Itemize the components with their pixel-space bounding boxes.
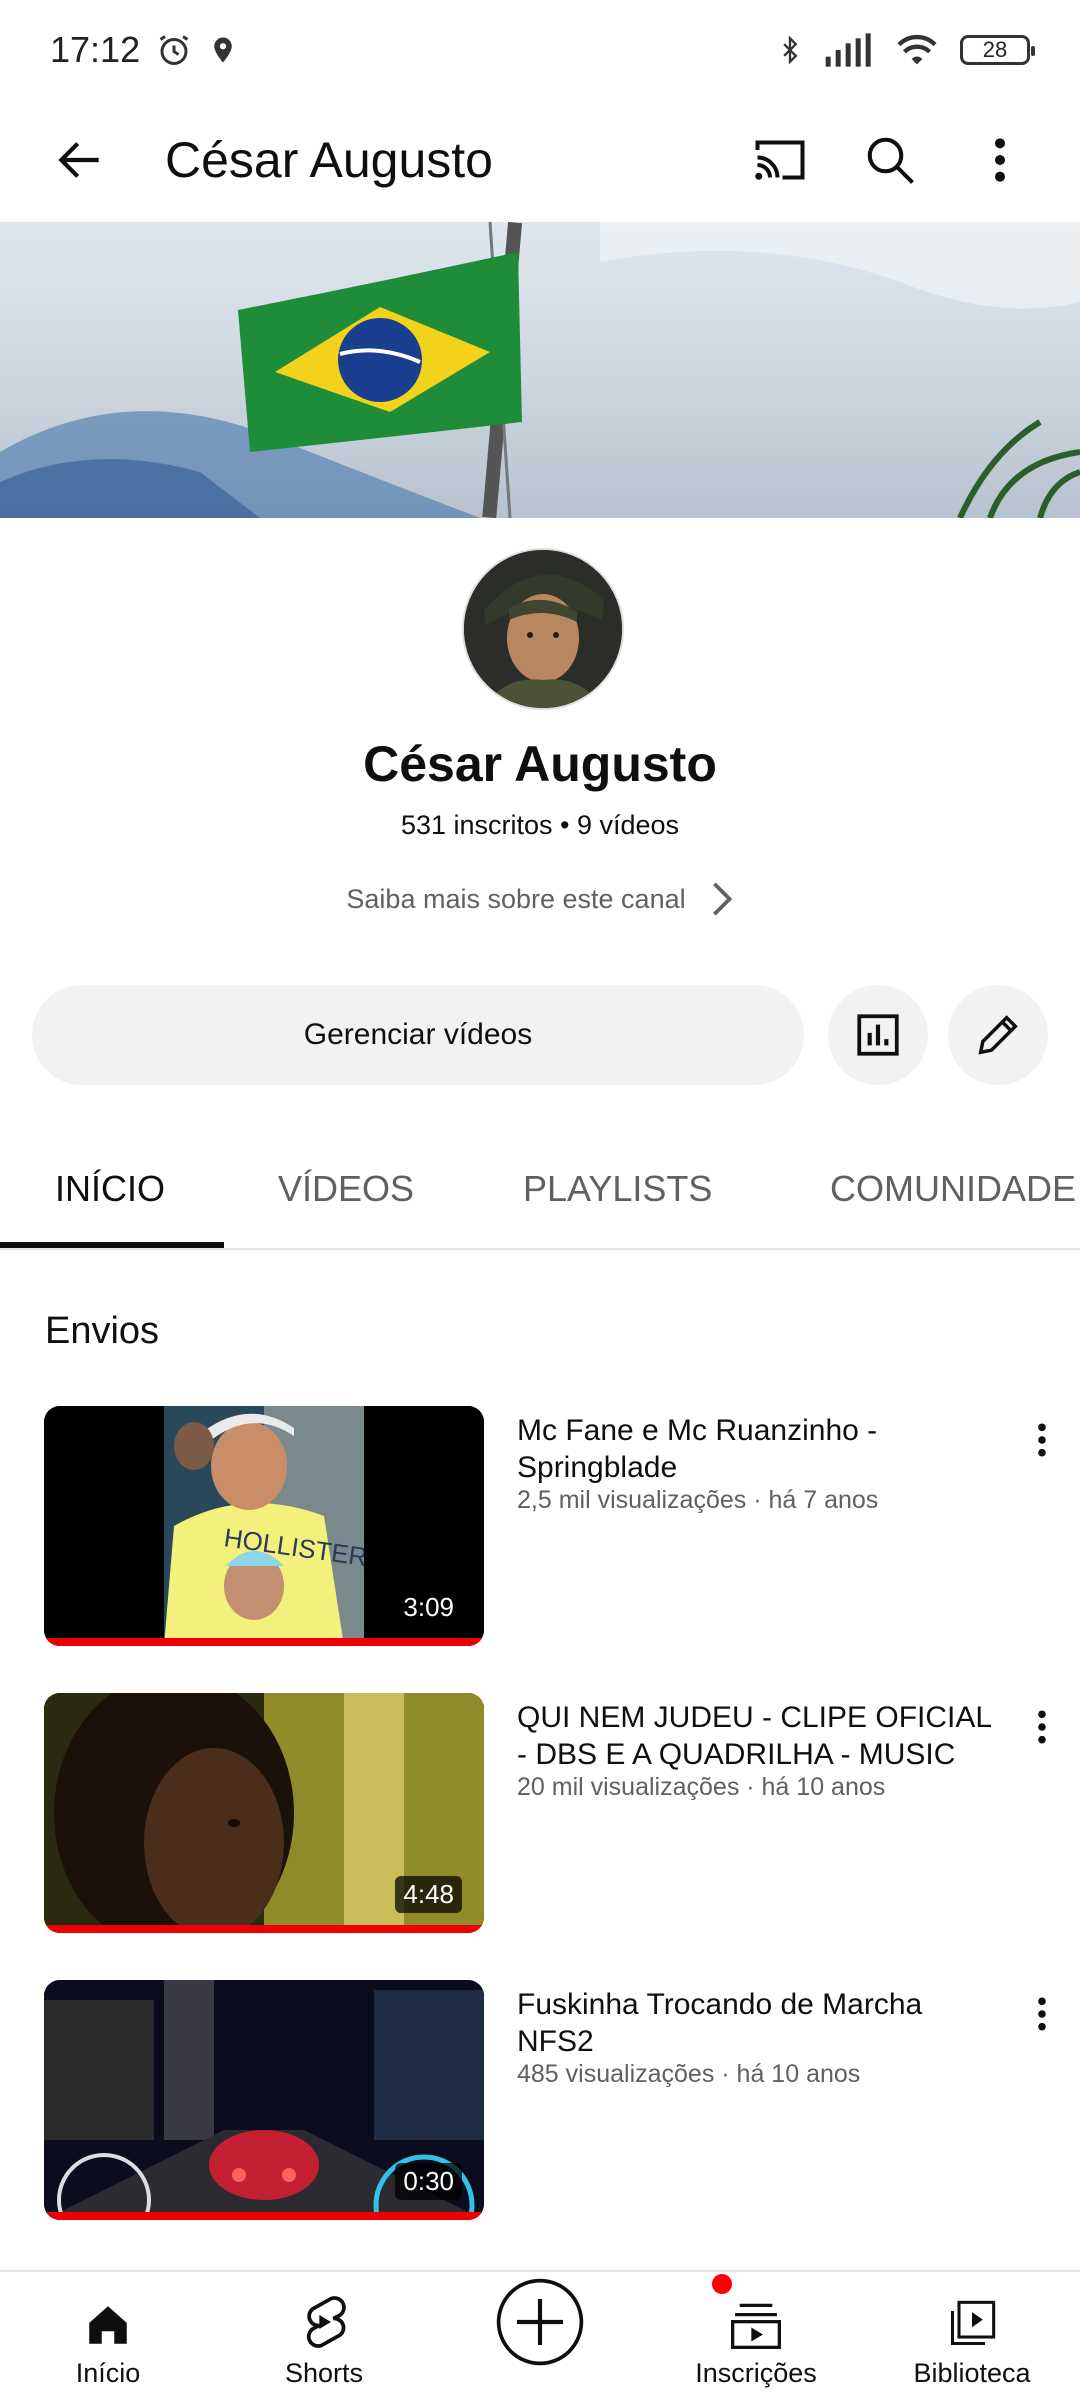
status-bar: 17:12 28 bbox=[0, 0, 1080, 100]
alarm-icon bbox=[159, 35, 189, 65]
search-button[interactable] bbox=[840, 110, 940, 210]
manage-videos-button[interactable]: Gerenciar vídeos bbox=[32, 985, 804, 1085]
signal-icon bbox=[825, 33, 871, 67]
analytics-icon bbox=[857, 1014, 899, 1056]
video-duration: 4:48 bbox=[395, 1876, 462, 1913]
location-icon bbox=[214, 37, 232, 63]
video-duration: 3:09 bbox=[395, 1589, 462, 1626]
chevron-right-icon bbox=[712, 882, 732, 916]
tab-videos[interactable]: VÍDEOS bbox=[278, 1130, 414, 1248]
create-icon bbox=[496, 2278, 584, 2366]
more-vertical-icon bbox=[1038, 1997, 1046, 2031]
about-channel-link[interactable]: Saiba mais sobre este canal bbox=[0, 880, 1080, 918]
library-icon bbox=[950, 2300, 996, 2346]
nav-label: Inscrições bbox=[695, 2358, 817, 2388]
channel-stats: 531 inscritos • 9 vídeos bbox=[400, 810, 680, 840]
video-title[interactable]: Fuskinha Trocando de Marcha NFS2 bbox=[517, 1986, 1007, 2060]
video-item[interactable]: HOLLISTER 3:09 Mc Fane e Mc Ruanzinho - … bbox=[0, 1406, 1080, 1646]
nav-label: Início bbox=[75, 2358, 141, 2388]
app-bar: César Augusto bbox=[0, 100, 1080, 220]
home-icon bbox=[89, 2306, 127, 2344]
video-meta: 20 mil visualizações · há 10 anos bbox=[517, 1773, 886, 1801]
bluetooth-icon bbox=[783, 35, 798, 65]
video-duration: 0:30 bbox=[395, 2163, 462, 2200]
nav-library[interactable]: Biblioteca bbox=[872, 2272, 1072, 2402]
video-more-button[interactable] bbox=[1020, 1697, 1064, 1757]
video-meta: 2,5 mil visualizações · há 7 anos bbox=[517, 1486, 879, 1514]
channel-banner bbox=[0, 222, 1080, 518]
subscriptions-icon bbox=[731, 2303, 781, 2349]
manage-videos-label: Gerenciar vídeos bbox=[303, 1018, 533, 1051]
nav-label: Shorts bbox=[284, 2358, 364, 2388]
video-title[interactable]: QUI NEM JUDEU - CLIPE OFICIAL - DBS E A … bbox=[517, 1699, 1007, 1773]
page-title: César Augusto bbox=[165, 132, 493, 188]
video-item[interactable]: 0:30 Fuskinha Trocando de Marcha NFS2 48… bbox=[0, 1980, 1080, 2220]
tab-comunidade[interactable]: COMUNIDADE bbox=[830, 1130, 1076, 1248]
status-time: 17:12 bbox=[50, 29, 141, 70]
video-item[interactable]: 4:48 QUI NEM JUDEU - CLIPE OFICIAL - DBS… bbox=[0, 1693, 1080, 1933]
cast-button[interactable] bbox=[730, 110, 830, 210]
watch-progress-bar bbox=[44, 1925, 484, 1933]
banner-image bbox=[0, 222, 1080, 518]
search-icon bbox=[867, 137, 914, 184]
video-title[interactable]: Mc Fane e Mc Ruanzinho - Springblade bbox=[517, 1412, 1007, 1486]
channel-avatar[interactable] bbox=[462, 548, 624, 710]
video-thumbnail[interactable]: HOLLISTER 3:09 bbox=[44, 1406, 484, 1646]
video-thumbnail[interactable]: 4:48 bbox=[44, 1693, 484, 1933]
nav-shorts[interactable]: Shorts bbox=[224, 2272, 424, 2402]
active-tab-indicator bbox=[0, 1242, 224, 1248]
bottom-navigation: Início Shorts Inscrições Biblioteca bbox=[0, 2270, 1080, 2402]
shorts-icon bbox=[306, 2296, 346, 2348]
watch-progress-bar bbox=[44, 2212, 484, 2220]
nav-create[interactable] bbox=[440, 2272, 640, 2402]
cast-icon bbox=[755, 140, 805, 180]
about-channel-label: Saiba mais sobre este canal bbox=[346, 883, 686, 914]
section-title: Envios bbox=[45, 1310, 160, 1352]
wifi-icon bbox=[897, 34, 937, 65]
pencil-icon bbox=[978, 1015, 1018, 1055]
more-vertical-icon bbox=[995, 138, 1005, 182]
nav-home[interactable]: Início bbox=[8, 2272, 208, 2402]
notification-dot bbox=[712, 2274, 732, 2294]
more-vertical-icon bbox=[1038, 1710, 1046, 1744]
edit-channel-button[interactable] bbox=[948, 985, 1048, 1085]
nav-label: Biblioteca bbox=[913, 2358, 1031, 2388]
arrow-back-icon bbox=[58, 142, 99, 178]
avatar-image bbox=[464, 550, 622, 708]
video-meta: 485 visualizações · há 10 anos bbox=[517, 2060, 861, 2088]
analytics-button[interactable] bbox=[828, 985, 928, 1085]
watch-progress-bar bbox=[44, 1638, 484, 1646]
video-more-button[interactable] bbox=[1020, 1410, 1064, 1470]
tab-inicio[interactable]: INÍCIO bbox=[55, 1130, 165, 1248]
nav-subscriptions[interactable]: Inscrições bbox=[656, 2272, 856, 2402]
video-more-button[interactable] bbox=[1020, 1984, 1064, 2044]
battery-indicator: 28 bbox=[960, 35, 1035, 65]
video-thumbnail[interactable]: 0:30 bbox=[44, 1980, 484, 2220]
back-button[interactable] bbox=[30, 110, 130, 210]
channel-tabs: INÍCIO VÍDEOS PLAYLISTS COMUNIDADE bbox=[0, 1130, 1080, 1250]
more-options-button[interactable] bbox=[950, 110, 1050, 210]
more-vertical-icon bbox=[1038, 1423, 1046, 1457]
channel-name: César Augusto bbox=[363, 736, 717, 792]
tab-playlists[interactable]: PLAYLISTS bbox=[523, 1130, 712, 1248]
